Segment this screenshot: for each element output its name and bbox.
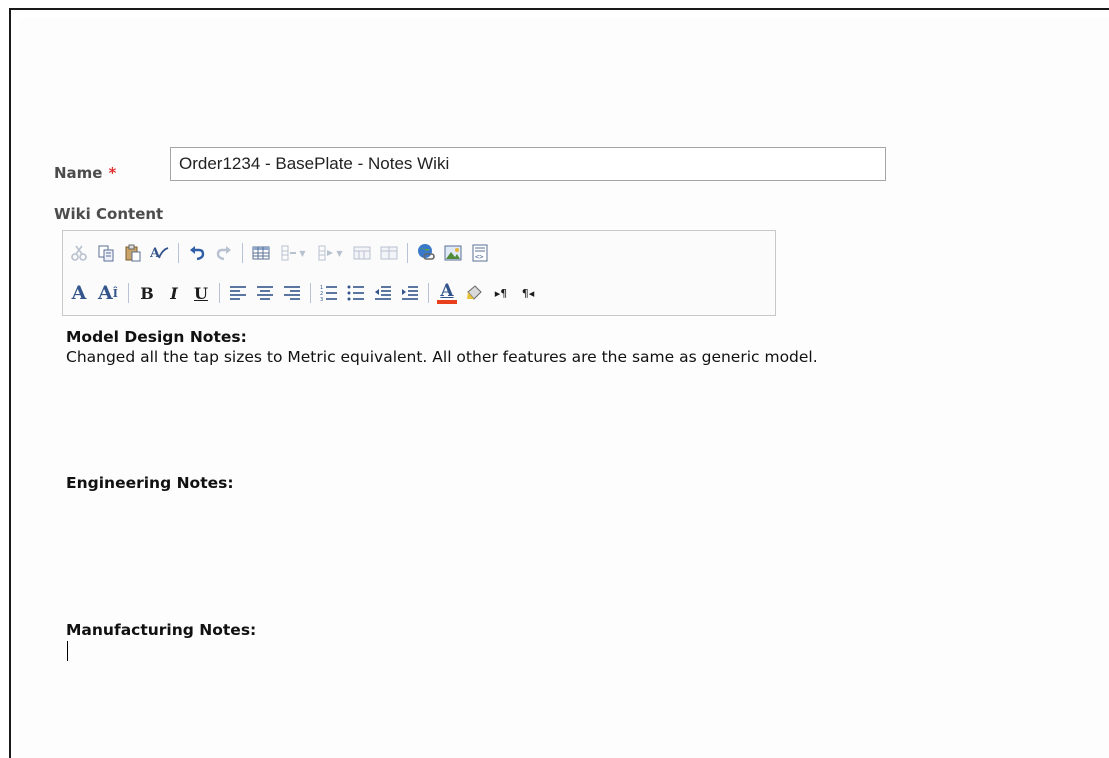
insert-image-icon[interactable]	[441, 241, 465, 265]
align-left-icon[interactable]	[226, 281, 250, 305]
required-asterisk: *	[108, 164, 117, 182]
name-label: Name *	[54, 164, 116, 182]
align-right-icon[interactable]	[280, 281, 304, 305]
toolbar-row-1: A ▼ ▼ <>	[67, 235, 495, 271]
text-caret	[67, 641, 68, 661]
underline-icon[interactable]: U	[189, 281, 213, 305]
toolbar-separator	[310, 283, 311, 303]
copy-icon[interactable]	[94, 241, 118, 265]
spellcheck-icon[interactable]: A	[148, 241, 172, 265]
rtl-icon[interactable]: ¶◂	[516, 281, 540, 305]
model-design-heading: Model Design Notes:	[66, 328, 247, 346]
ltr-icon[interactable]: ▸¶	[489, 281, 513, 305]
redo-icon[interactable]	[212, 241, 236, 265]
italic-icon[interactable]: I	[162, 281, 186, 305]
name-label-text: Name	[54, 164, 103, 182]
toolbar-separator	[219, 283, 220, 303]
toolbar-row-2: A AÎ B I U 123 A ▸¶ ¶◂	[67, 275, 543, 311]
svg-text:A: A	[150, 246, 161, 261]
decrease-indent-icon[interactable]	[371, 281, 395, 305]
toolbar-separator	[178, 243, 179, 263]
highlight-color-icon[interactable]	[462, 281, 486, 305]
wiki-editor[interactable]: Model Design Notes: Changed all the tap …	[62, 318, 1109, 758]
paste-icon[interactable]	[121, 241, 145, 265]
svg-text:3: 3	[320, 297, 323, 301]
align-center-icon[interactable]	[253, 281, 277, 305]
rich-text-toolbar: A ▼ ▼ <> A A Î B I U 1 2 3 A ▸¶ ¶◂	[62, 230, 776, 316]
insert-column-icon[interactable]: ▼	[313, 241, 347, 265]
bullet-list-icon[interactable]	[344, 281, 368, 305]
toolbar-separator	[128, 283, 129, 303]
increase-indent-icon[interactable]	[398, 281, 422, 305]
font-icon[interactable]: A	[67, 281, 91, 305]
split-cells-icon[interactable]	[377, 241, 401, 265]
merge-cells-icon[interactable]	[350, 241, 374, 265]
bold-icon[interactable]: B	[135, 281, 159, 305]
name-input[interactable]	[170, 147, 886, 181]
manufacturing-heading: Manufacturing Notes:	[66, 621, 257, 639]
font-size-icon[interactable]: AÎ	[94, 281, 122, 305]
text-color-icon[interactable]: A	[435, 281, 459, 305]
toolbar-separator	[407, 243, 408, 263]
wiki-content-label: Wiki Content	[54, 205, 164, 223]
undo-icon[interactable]	[185, 241, 209, 265]
engineering-heading: Engineering Notes:	[66, 474, 234, 492]
html-source-icon[interactable]: <>	[468, 241, 492, 265]
svg-text:<>: <>	[475, 253, 483, 261]
insert-table-icon[interactable]	[249, 241, 273, 265]
numbered-list-icon[interactable]: 123	[317, 281, 341, 305]
insert-row-icon[interactable]: ▼	[276, 241, 310, 265]
toolbar-separator	[242, 243, 243, 263]
toolbar-separator	[428, 283, 429, 303]
model-design-text: Changed all the tap sizes to Metric equi…	[66, 348, 818, 366]
cut-icon[interactable]	[67, 241, 91, 265]
insert-link-icon[interactable]	[414, 241, 438, 265]
